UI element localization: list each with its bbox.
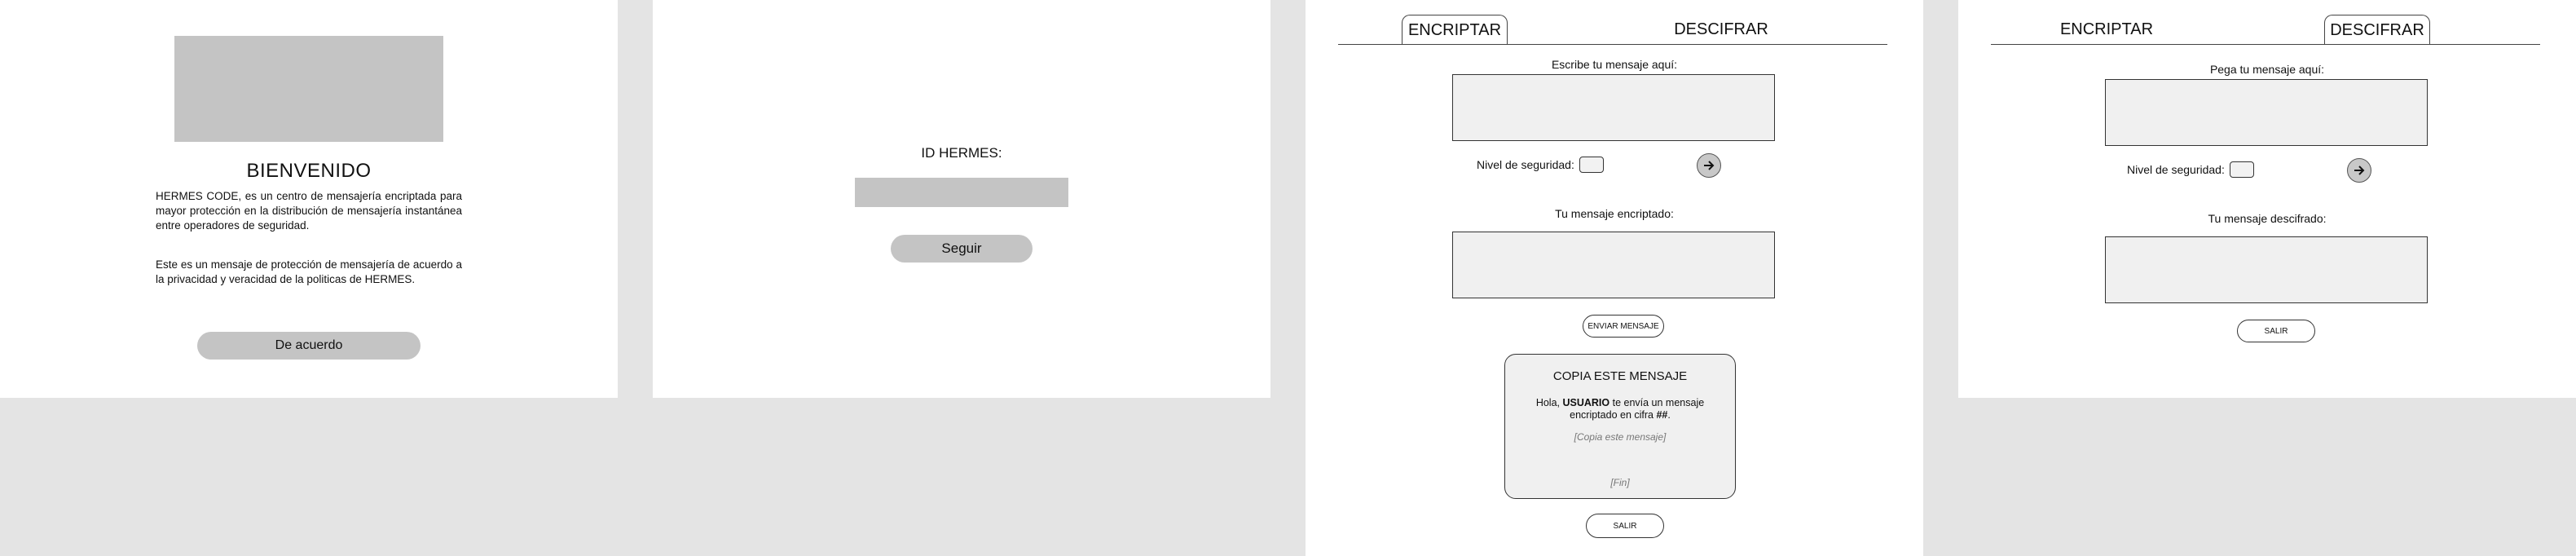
welcome-paragraph-policy: Este es un mensaje de protección de mens… (156, 258, 462, 285)
security-level-field[interactable] (2230, 161, 2254, 178)
decrypted-output-label: Tu mensaje descifrado: (2208, 212, 2327, 225)
exit-button[interactable]: SALIR (2237, 320, 2315, 342)
continue-button[interactable]: Seguir (891, 235, 1033, 263)
exit-button[interactable]: SALIR (1586, 514, 1664, 538)
copy-card-message[interactable]: [Copia este mensaje] (1505, 431, 1735, 443)
security-level-label: Nivel de seguridad: (1477, 158, 1574, 171)
greeting-suffix: . (1667, 409, 1671, 421)
paste-input[interactable] (2105, 79, 2428, 146)
message-input-label: Escribe tu mensaje aquí: (1551, 58, 1678, 71)
encrypt-screen: ENCRIPTAR DESCIFRAR Escribe tu mensaje a… (1306, 0, 1923, 556)
tab-decrypt[interactable]: DESCIFRAR (2324, 15, 2430, 44)
tab-bar: ENCRIPTAR DESCIFRAR (1338, 13, 1887, 45)
copy-card-title: COPIA ESTE MENSAJE (1552, 369, 1688, 383)
welcome-title: BIENVENIDO (246, 160, 372, 182)
greeting-user: USUARIO (1562, 397, 1610, 408)
encrypt-submit-button[interactable] (1697, 153, 1721, 178)
login-screen: ID HERMES: Seguir (653, 0, 1270, 398)
agree-button[interactable]: De acuerdo (197, 332, 421, 360)
logo-placeholder (174, 36, 443, 142)
id-hermes-label: ID HERMES: (921, 145, 1002, 161)
greeting-cipher: ## (1656, 409, 1668, 421)
message-input[interactable] (1452, 74, 1775, 141)
copy-message-card: COPIA ESTE MENSAJE Hola, USUARIO te enví… (1504, 354, 1736, 499)
tab-encrypt[interactable]: ENCRIPTAR (1402, 15, 1508, 44)
id-hermes-input[interactable] (855, 178, 1068, 207)
copy-card-greeting: Hola, USUARIO te envía un mensaje encrip… (1517, 397, 1724, 421)
greeting-prefix: Hola, (1535, 397, 1563, 408)
tab-decrypt[interactable]: DESCIFRAR (1664, 15, 1778, 42)
decrypt-screen: ENCRIPTAR DESCIFRAR Pega tu mensaje aquí… (1958, 0, 2576, 398)
copy-card-end: [Fin] (1610, 477, 1630, 488)
tab-encrypt[interactable]: ENCRIPTAR (2050, 15, 2164, 42)
security-level-field[interactable] (1579, 157, 1604, 173)
arrow-right-icon (2354, 165, 2365, 175)
welcome-paragraph-intro: HERMES CODE, es un centro de mensajería … (156, 190, 462, 232)
decrypted-output (2105, 236, 2428, 303)
send-message-button[interactable]: ENVIAR MENSAJE (1583, 315, 1664, 338)
decrypt-submit-button[interactable] (2347, 158, 2371, 183)
arrow-right-icon (1704, 161, 1715, 170)
encrypted-output-label: Tu mensaje encriptado: (1555, 207, 1674, 220)
welcome-screen: BIENVENIDO HERMES CODE, es un centro de … (0, 0, 618, 398)
security-level-label: Nivel de seguridad: (2127, 163, 2225, 176)
paste-input-label: Pega tu mensaje aquí: (2209, 63, 2325, 76)
encrypted-output (1452, 232, 1775, 298)
tab-bar: ENCRIPTAR DESCIFRAR (1991, 13, 2540, 45)
